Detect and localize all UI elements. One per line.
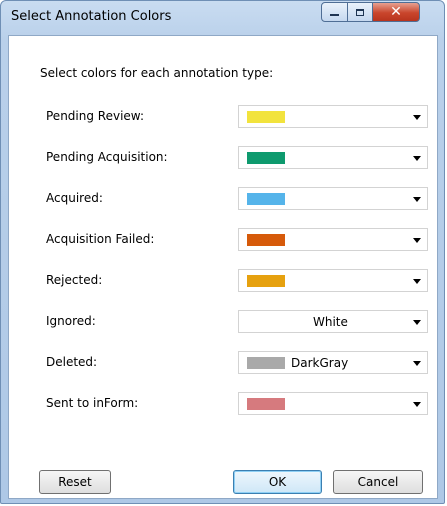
- dropdown-arrow-icon: [413, 238, 421, 243]
- window-title: Select Annotation Colors: [11, 9, 172, 24]
- color-swatch: [247, 357, 285, 369]
- label-acquisition-failed: Acquisition Failed:: [46, 232, 155, 246]
- maximize-button[interactable]: [347, 2, 373, 22]
- color-swatch: [247, 152, 285, 164]
- label-rejected: Rejected:: [46, 273, 103, 287]
- label-pending-review: Pending Review:: [46, 109, 144, 123]
- dropdown-arrow-icon: [413, 156, 421, 161]
- dialog-window: Select Annotation Colors ✕ Select colors…: [0, 0, 445, 504]
- dropdown-arrow-icon: [413, 361, 421, 366]
- dropdown-arrow-icon: [413, 402, 421, 407]
- color-select-acquisition-failed[interactable]: [238, 228, 428, 251]
- selected-color-name: DarkGray: [291, 356, 349, 370]
- label-ignored: Ignored:: [46, 314, 96, 328]
- dropdown-arrow-icon: [413, 320, 421, 325]
- instructions-text: Select colors for each annotation type:: [40, 66, 274, 80]
- close-icon: ✕: [390, 4, 402, 20]
- dropdown-arrow-icon: [413, 279, 421, 284]
- color-select-rejected[interactable]: [238, 269, 428, 292]
- dropdown-arrow-icon: [413, 115, 421, 120]
- cancel-button[interactable]: Cancel: [333, 470, 423, 494]
- selected-color-name: White: [313, 315, 348, 329]
- color-select-acquired[interactable]: [238, 187, 428, 210]
- minimize-icon: [330, 14, 339, 16]
- color-swatch: [247, 234, 285, 246]
- color-swatch: [247, 275, 285, 287]
- color-swatch: [247, 398, 285, 410]
- ok-button[interactable]: OK: [233, 470, 322, 494]
- color-swatch: [247, 193, 285, 205]
- close-button[interactable]: ✕: [372, 2, 420, 22]
- color-select-sent-to-inform[interactable]: [238, 392, 428, 415]
- label-sent-to-inform: Sent to inForm:: [46, 396, 139, 410]
- label-deleted: Deleted:: [46, 355, 98, 369]
- label-acquired: Acquired:: [46, 191, 103, 205]
- color-swatch: [247, 111, 285, 123]
- reset-button[interactable]: Reset: [39, 470, 111, 494]
- color-select-deleted[interactable]: DarkGray: [238, 351, 428, 374]
- maximize-icon: [356, 8, 364, 16]
- label-pending-acquisition: Pending Acquisition:: [46, 150, 168, 164]
- color-select-pending-acquisition[interactable]: [238, 146, 428, 169]
- title-bar[interactable]: Select Annotation Colors ✕: [1, 1, 444, 33]
- dialog-content: Select colors for each annotation type: …: [8, 35, 438, 499]
- minimize-button[interactable]: [321, 2, 348, 22]
- dropdown-arrow-icon: [413, 197, 421, 202]
- color-select-ignored[interactable]: White: [238, 310, 428, 333]
- color-select-pending-review[interactable]: [238, 105, 428, 128]
